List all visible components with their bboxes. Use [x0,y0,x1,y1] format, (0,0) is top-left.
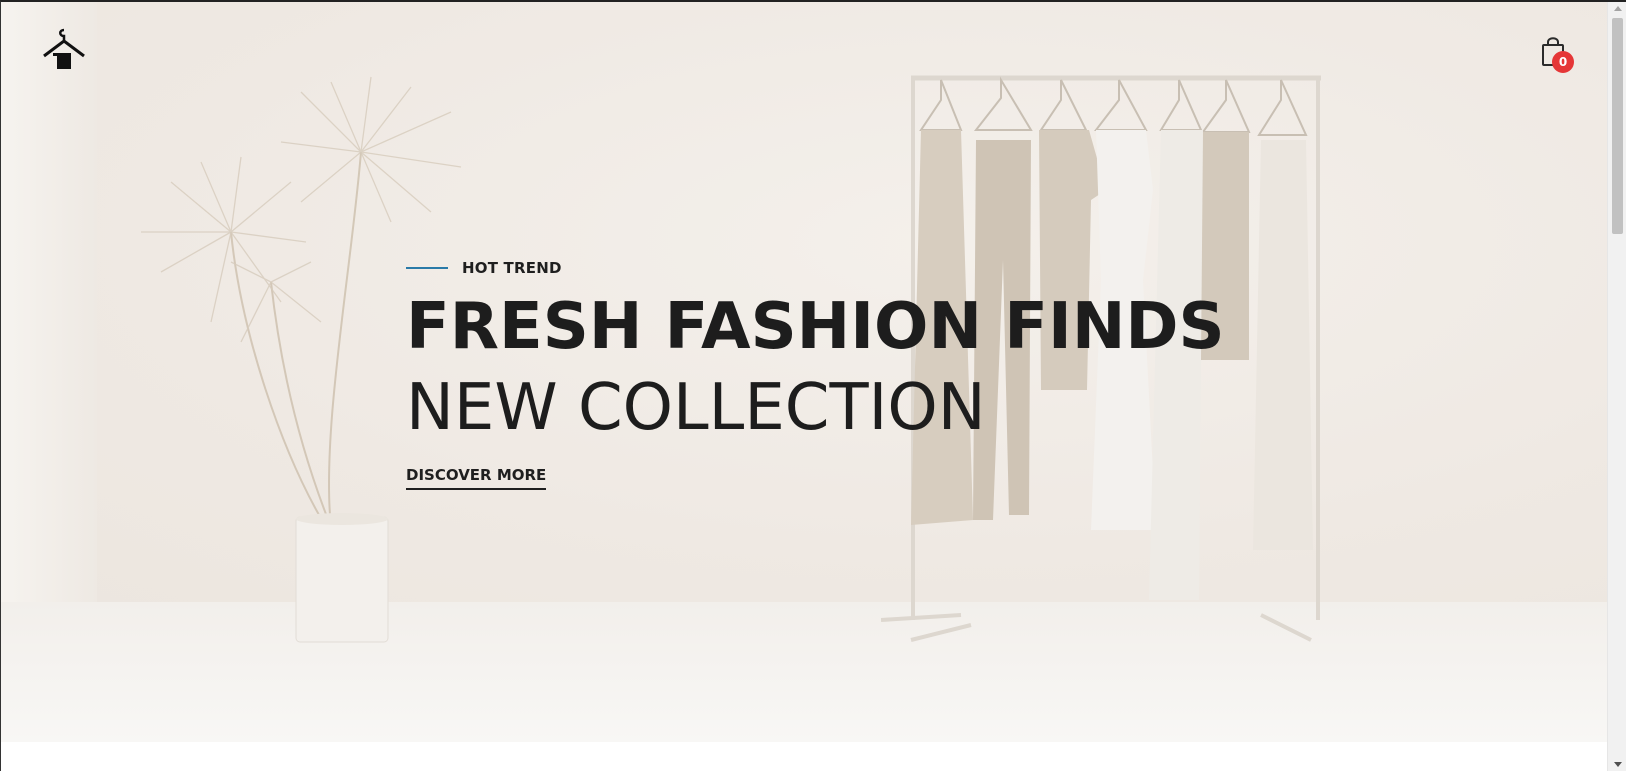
scroll-up-arrow-icon[interactable] [1614,6,1622,11]
browser-viewport: 0 HOT TREND FRESH FASHION FINDS NEW COLL… [0,0,1626,771]
next-section [1,742,1607,771]
eyebrow-row: HOT TREND [406,254,1225,282]
plant-pot [295,516,389,643]
hero-headline: FRESH FASHION FINDS [406,290,1225,364]
eyebrow-accent-line [406,267,448,269]
hero-subline: NEW COLLECTION [406,371,986,445]
eyebrow-label: HOT TREND [462,259,562,277]
cart-count-badge: 0 [1552,51,1574,73]
discover-more-link[interactable]: DISCOVER MORE [406,466,547,490]
hero-content: HOT TREND FRESH FASHION FINDS NEW COLLEC… [406,254,1225,490]
wall-pillar [1,2,97,617]
page-scrollbar[interactable] [1607,2,1626,771]
scroll-down-arrow-icon[interactable] [1614,762,1622,767]
scrollbar-thumb[interactable] [1612,18,1623,234]
hanger-house-icon [43,28,85,69]
brand-logo[interactable] [41,26,87,72]
